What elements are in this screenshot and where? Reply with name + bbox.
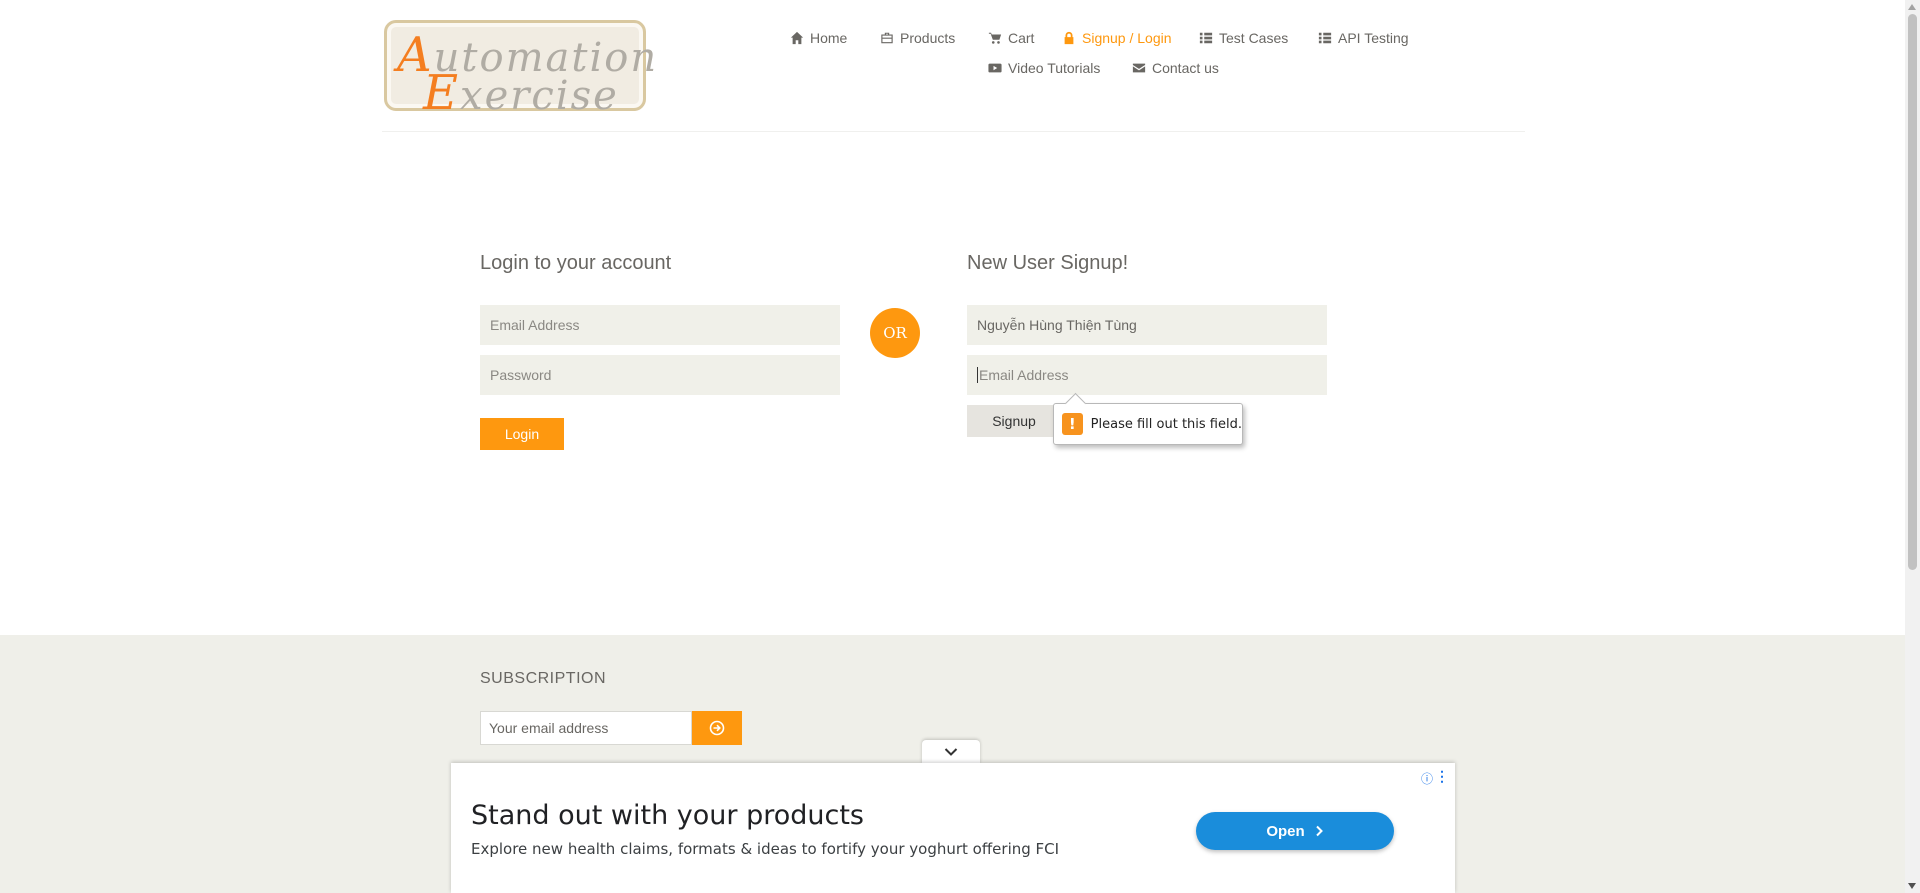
login-button[interactable]: Login bbox=[480, 418, 564, 450]
validation-tooltip: ! Please fill out this field. bbox=[1053, 392, 1243, 445]
scroll-up-icon[interactable] bbox=[1908, 4, 1916, 10]
login-email-input[interactable]: Email Address bbox=[480, 305, 840, 345]
home-icon bbox=[790, 31, 804, 45]
or-badge: OR bbox=[870, 308, 920, 358]
header-divider bbox=[382, 131, 1525, 132]
site-logo[interactable]: Automation Exercise bbox=[384, 20, 656, 121]
logo-line-2: Exercise bbox=[423, 65, 619, 121]
list-icon bbox=[1318, 32, 1332, 44]
nav-item-signup-login[interactable]: Signup / Login bbox=[1062, 30, 1172, 46]
envelope-icon bbox=[1132, 63, 1146, 73]
ad-headline[interactable]: Stand out with your products bbox=[471, 800, 864, 831]
nav-label: Signup / Login bbox=[1082, 30, 1172, 46]
signup-title: New User Signup! bbox=[967, 252, 1129, 274]
validation-message: Please fill out this field. bbox=[1090, 416, 1242, 432]
nav-item-cart[interactable]: Cart bbox=[988, 30, 1034, 46]
nav-label: Test Cases bbox=[1219, 30, 1289, 46]
tooltip-arrow bbox=[1064, 392, 1087, 415]
signup-name-input[interactable]: Nguyễn Hùng Thiện Tùng bbox=[967, 305, 1327, 345]
lock-icon bbox=[1064, 31, 1074, 45]
ad-menu-icon[interactable]: ⋮ bbox=[1435, 768, 1449, 785]
briefcase-icon bbox=[881, 32, 893, 44]
nav-label: Products bbox=[900, 30, 956, 46]
ad-info-icon[interactable]: ⓘ bbox=[1421, 770, 1433, 787]
ad-banner[interactable]: ⓘ ⋮ Stand out with your products Explore… bbox=[451, 763, 1455, 893]
youtube-play-icon bbox=[988, 63, 1002, 73]
nav-item-products[interactable]: Products bbox=[880, 30, 955, 46]
nav-item-contact-us[interactable]: Contact us bbox=[1132, 60, 1219, 76]
nav-label: Contact us bbox=[1152, 60, 1219, 76]
subscription-email-input[interactable]: Your email address bbox=[480, 711, 692, 745]
subscription-title: SUBSCRIPTION bbox=[480, 670, 607, 687]
login-title: Login to your account bbox=[480, 252, 672, 274]
ad-open-label: Open bbox=[1266, 822, 1305, 840]
arrow-circle-right-icon bbox=[709, 720, 725, 736]
nav-label: Video Tutorials bbox=[1008, 60, 1101, 76]
chevron-down-icon bbox=[944, 748, 958, 756]
nav-item-home[interactable]: Home bbox=[790, 30, 847, 46]
ad-collapse-button[interactable] bbox=[922, 740, 980, 764]
login-password-input[interactable]: Password bbox=[480, 355, 840, 395]
signup-button[interactable]: Signup bbox=[967, 405, 1061, 437]
page-scrollbar[interactable] bbox=[1905, 0, 1920, 893]
nav-item-test-cases[interactable]: Test Cases bbox=[1199, 30, 1288, 46]
warning-icon: ! bbox=[1062, 413, 1083, 435]
scrollbar-thumb[interactable] bbox=[1908, 14, 1917, 570]
nav-item-api-testing[interactable]: API Testing bbox=[1318, 30, 1409, 46]
ad-description: Explore new health claims, formats & ide… bbox=[471, 840, 1060, 858]
cart-icon bbox=[988, 32, 1002, 44]
signup-email-placeholder: Email Address bbox=[979, 367, 1069, 383]
nav-label: Cart bbox=[1008, 30, 1035, 46]
chevron-right-icon bbox=[1315, 825, 1323, 837]
site-header: Automation Exercise Home Products Cart S… bbox=[0, 0, 1905, 132]
nav-label: Home bbox=[810, 30, 848, 46]
signup-email-input[interactable]: Email Address bbox=[967, 355, 1327, 395]
nav-item-video-tutorials[interactable]: Video Tutorials bbox=[988, 60, 1100, 76]
nav-label: API Testing bbox=[1338, 30, 1409, 46]
scroll-down-icon[interactable] bbox=[1908, 883, 1916, 889]
subscribe-button[interactable] bbox=[692, 711, 742, 745]
text-caret bbox=[977, 367, 978, 383]
list-icon bbox=[1199, 32, 1213, 44]
ad-open-button[interactable]: Open bbox=[1196, 812, 1394, 850]
